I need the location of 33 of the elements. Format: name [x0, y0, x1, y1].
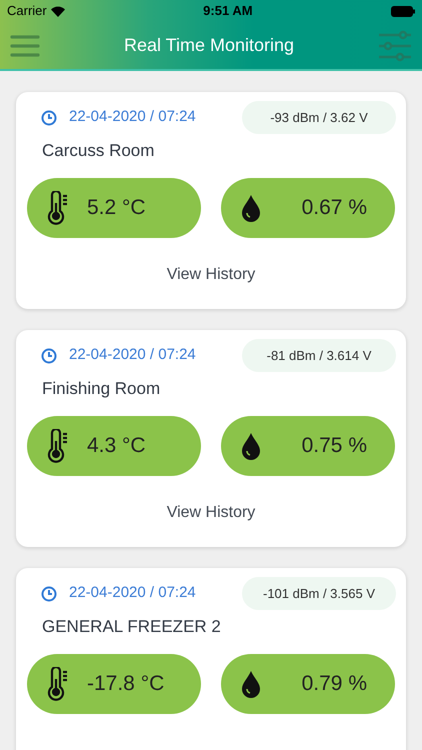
battery-icon: [390, 6, 415, 16]
thermometer-icon: [47, 428, 69, 462]
view-history-link[interactable]: View History: [166, 500, 256, 524]
page-title: Real Time Monitoring: [124, 34, 294, 57]
signal-badge: -81 dBm / 3.614 V: [242, 339, 396, 372]
water-drop-icon: [241, 670, 261, 698]
room-name: GENERAL FREEZER 2: [41, 616, 222, 638]
signal-badge: -93 dBm / 3.62 V: [242, 101, 396, 134]
timestamp: 22-04-2020 / 07:24: [69, 583, 196, 604]
thermometer-icon: [47, 666, 69, 700]
temperature-value: -17.8 °C: [87, 670, 164, 697]
humidity-value: 0.75 %: [302, 432, 367, 459]
water-drop-icon: [241, 194, 261, 222]
room-name: Finishing Room: [41, 378, 162, 400]
carrier-label: Carrier: [7, 2, 47, 20]
water-drop-icon: [241, 432, 261, 460]
clock-time: 9:51 AM: [203, 2, 253, 20]
temperature-value: 4.3 °C: [87, 432, 146, 459]
humidity-value: 0.67 %: [302, 194, 367, 221]
thermometer-icon: [47, 190, 69, 224]
humidity-value: 0.79 %: [302, 670, 367, 697]
clock-icon: [41, 348, 57, 364]
sliders-icon[interactable]: [378, 30, 412, 62]
menu-icon[interactable]: [10, 34, 40, 58]
room-name: Carcuss Room: [41, 140, 156, 162]
temperature-value: 5.2 °C: [87, 194, 146, 221]
timestamp: 22-04-2020 / 07:24: [69, 107, 196, 128]
signal-badge: -101 dBm / 3.565 V: [242, 577, 396, 610]
view-history-link[interactable]: View History: [166, 262, 256, 286]
clock-icon: [41, 586, 57, 602]
clock-icon: [41, 110, 57, 126]
wifi-icon: [50, 6, 65, 16]
timestamp: 22-04-2020 / 07:24: [69, 345, 196, 366]
